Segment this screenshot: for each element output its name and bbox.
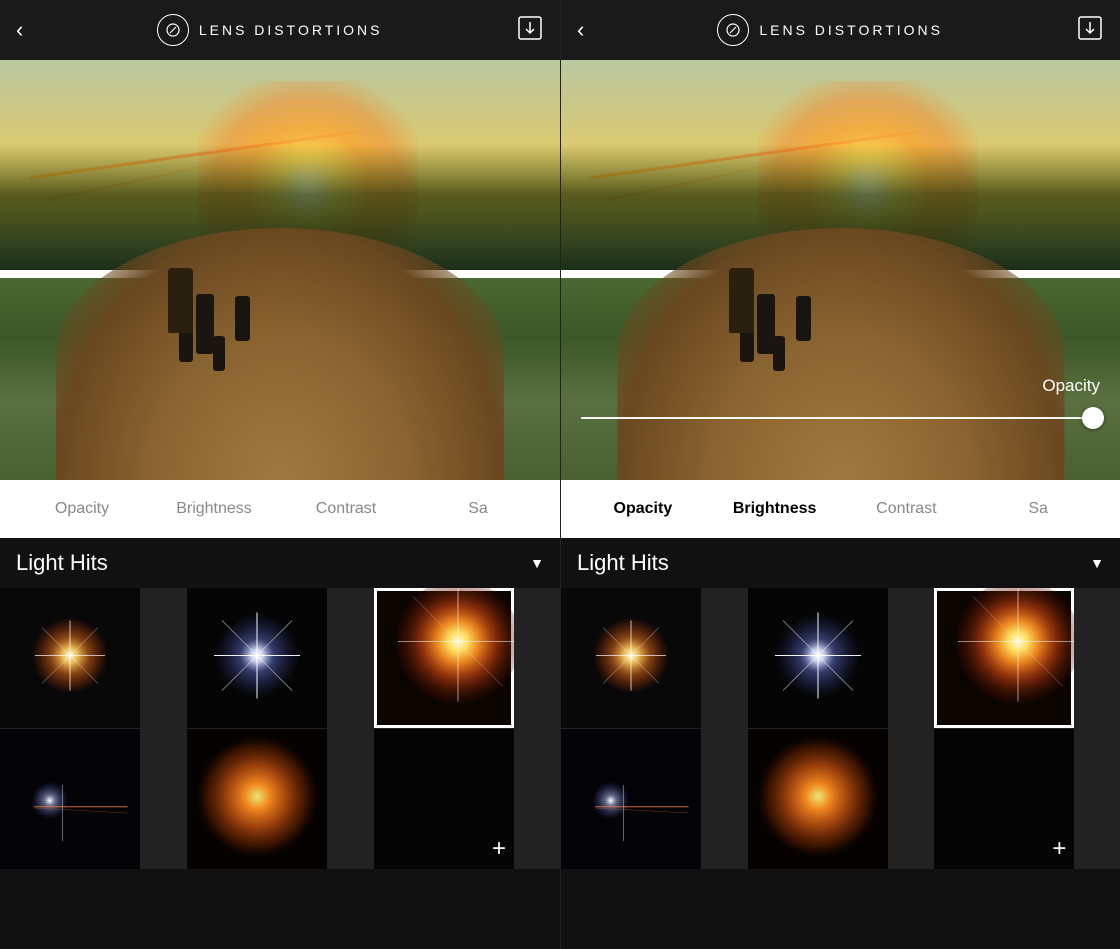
left-saturation-control[interactable]: Sa bbox=[412, 500, 544, 518]
right-dropdown-icon[interactable]: ▼ bbox=[1090, 555, 1104, 571]
right-brightness-control[interactable]: Brightness bbox=[709, 500, 841, 518]
left-opacity-control[interactable]: Opacity bbox=[16, 500, 148, 518]
right-slider-thumb[interactable] bbox=[1082, 407, 1104, 429]
right-opacity-label: Opacity bbox=[1042, 376, 1100, 395]
right-light-hits-header: Light Hits ▼ bbox=[561, 538, 1120, 588]
left-brightness-control[interactable]: Brightness bbox=[148, 500, 280, 518]
right-panel: ‹ LENS DISTORTIONS bbox=[560, 0, 1120, 949]
left-panel: ‹ LENS DISTORTIONS bbox=[0, 0, 560, 949]
left-header-center: LENS DISTORTIONS bbox=[157, 14, 383, 46]
right-thumb-4[interactable] bbox=[561, 729, 701, 869]
right-thumb-add[interactable]: + bbox=[934, 729, 1074, 869]
right-back-button[interactable]: ‹ bbox=[577, 19, 584, 41]
right-thumb-2[interactable] bbox=[748, 588, 888, 728]
right-slider-track[interactable] bbox=[581, 417, 1100, 419]
right-opacity-control[interactable]: Opacity bbox=[577, 500, 709, 518]
left-photo-area bbox=[0, 60, 560, 480]
left-thumb-3[interactable] bbox=[374, 588, 514, 728]
left-light-hits-header: Light Hits ▼ bbox=[0, 538, 560, 588]
right-header: ‹ LENS DISTORTIONS bbox=[561, 0, 1120, 60]
right-thumb-1[interactable] bbox=[561, 588, 701, 728]
right-header-center: LENS DISTORTIONS bbox=[717, 14, 943, 46]
left-thumb-5[interactable] bbox=[187, 729, 327, 869]
left-download-button[interactable] bbox=[516, 14, 544, 47]
left-light-hits-title: Light Hits bbox=[16, 550, 108, 576]
left-thumb-1[interactable] bbox=[0, 588, 140, 728]
right-download-button[interactable] bbox=[1076, 14, 1104, 47]
right-controls-bar: Opacity Brightness Contrast Sa bbox=[561, 480, 1120, 538]
right-add-icon: + bbox=[1052, 837, 1066, 861]
right-photo-area: Opacity bbox=[561, 60, 1120, 480]
left-light-hits-section: Light Hits ▼ bbox=[0, 538, 560, 949]
right-saturation-control[interactable]: Sa bbox=[972, 500, 1104, 518]
right-thumb-5[interactable] bbox=[748, 729, 888, 869]
left-dropdown-icon[interactable]: ▼ bbox=[530, 555, 544, 571]
left-app-title: LENS DISTORTIONS bbox=[199, 22, 383, 38]
right-app-title: LENS DISTORTIONS bbox=[759, 22, 943, 38]
right-logo-icon bbox=[717, 14, 749, 46]
left-controls-bar: Opacity Brightness Contrast Sa bbox=[0, 480, 560, 538]
left-thumbnail-grid: + bbox=[0, 588, 560, 869]
left-thumb-add[interactable]: + bbox=[374, 729, 514, 869]
left-thumb-2[interactable] bbox=[187, 588, 327, 728]
right-contrast-control[interactable]: Contrast bbox=[841, 500, 973, 518]
right-light-hits-section: Light Hits ▼ bbox=[561, 538, 1120, 949]
left-logo-icon bbox=[157, 14, 189, 46]
right-opacity-overlay: Opacity bbox=[561, 376, 1120, 430]
left-back-button[interactable]: ‹ bbox=[16, 19, 23, 41]
left-thumb-4[interactable] bbox=[0, 729, 140, 869]
right-thumb-3[interactable] bbox=[934, 588, 1074, 728]
left-add-icon: + bbox=[492, 837, 506, 861]
right-thumbnail-grid: + bbox=[561, 588, 1120, 869]
left-contrast-control[interactable]: Contrast bbox=[280, 500, 412, 518]
left-header: ‹ LENS DISTORTIONS bbox=[0, 0, 560, 60]
right-light-hits-title: Light Hits bbox=[577, 550, 669, 576]
